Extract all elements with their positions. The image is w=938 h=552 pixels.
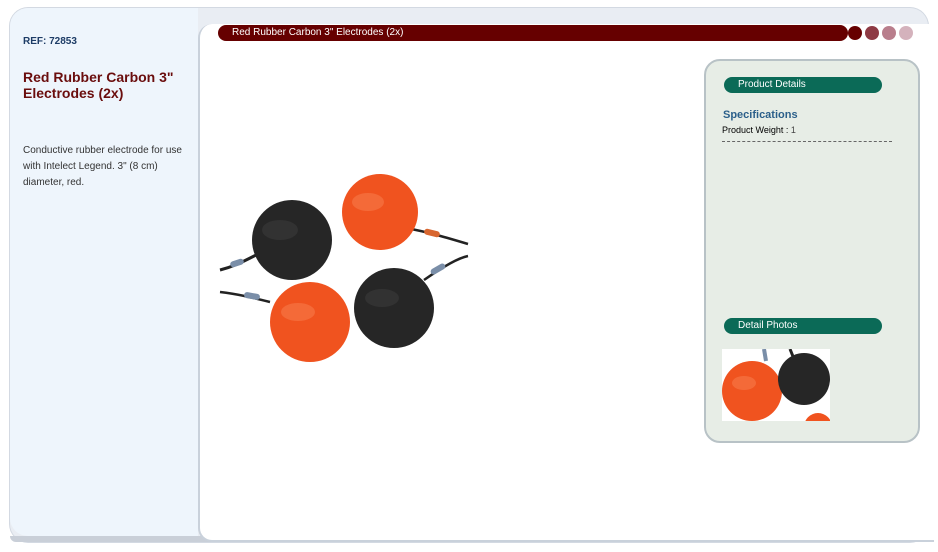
product-title: Red Rubber Carbon 3" Electrodes (2x): [23, 69, 174, 101]
product-details-label: Product Details: [738, 79, 806, 90]
spec-key: Product Weight :: [722, 125, 789, 135]
product-image: [219, 174, 469, 362]
nav-dot-4[interactable]: [899, 26, 913, 40]
product-description: Conductive rubber electrode for use with…: [23, 145, 182, 188]
electrode-black-image: [219, 200, 332, 280]
product-details-panel: Product Details Specifications Product W…: [704, 59, 920, 443]
product-details-tab[interactable]: Product Details: [724, 77, 882, 93]
nav-dot-2[interactable]: [865, 26, 879, 40]
electrode-black-image: [354, 254, 469, 348]
ref-code: REF: 72853: [23, 36, 77, 47]
nav-dot-3[interactable]: [882, 26, 896, 40]
title-bar: Red Rubber Carbon 3" Electrodes (2x): [218, 25, 848, 41]
detail-photo-thumbnail[interactable]: [722, 349, 830, 421]
nav-dot-1[interactable]: [848, 26, 862, 40]
detail-photos-label: Detail Photos: [738, 320, 798, 331]
spec-row-weight: Product Weight : 1: [722, 125, 892, 142]
electrode-red-image: [342, 174, 469, 250]
electrode-red-image: [219, 282, 350, 362]
spec-value: 1: [790, 125, 796, 135]
specifications-heading: Specifications: [723, 109, 798, 121]
detail-photos-tab[interactable]: Detail Photos: [724, 318, 882, 334]
title-bar-text: Red Rubber Carbon 3" Electrodes (2x): [232, 27, 404, 38]
